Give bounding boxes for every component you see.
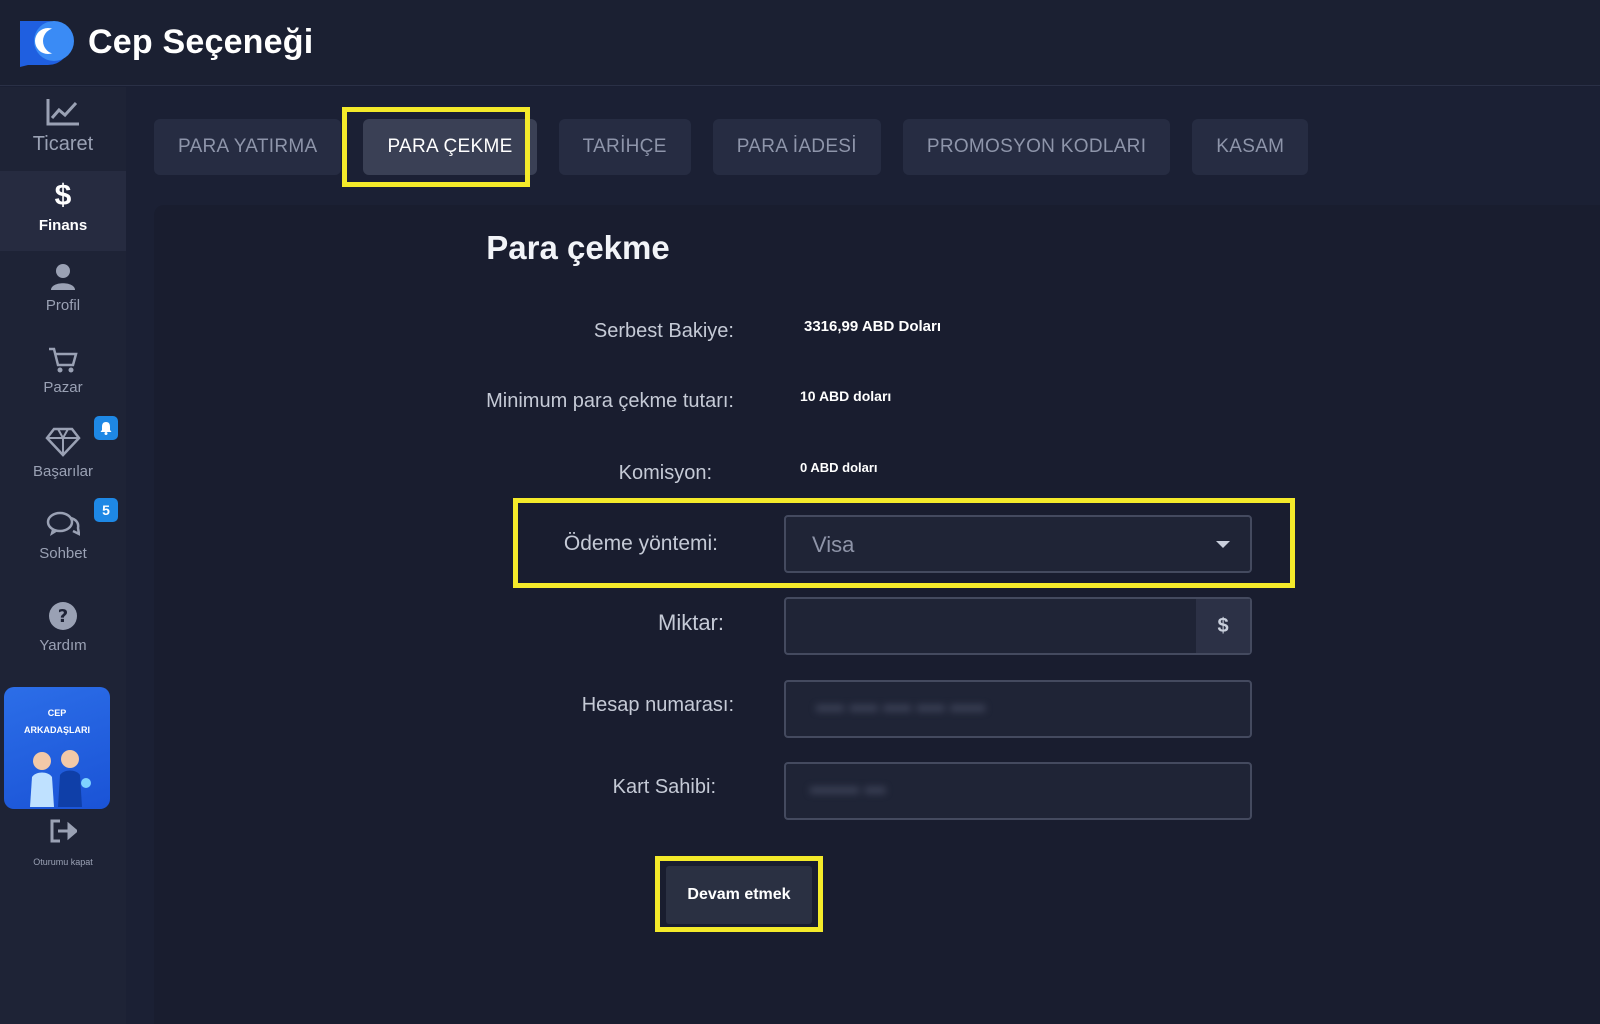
sidebar-item-yardim[interactable]: ? Yardım bbox=[0, 601, 126, 671]
finance-tabs: PARA YATIRMA PARA ÇEKME TARİHÇE PARA İAD… bbox=[154, 119, 1330, 175]
chevron-down-icon bbox=[1216, 541, 1230, 548]
sidebar-item-label: Ticaret bbox=[32, 133, 94, 155]
logout-label: Oturumu kapat bbox=[33, 857, 93, 867]
account-number-label: Hesap numarası: bbox=[581, 694, 734, 716]
chat-icon bbox=[46, 511, 80, 536]
sidebar: Ticaret $ Finans Profil Pazar Başarılar bbox=[0, 87, 126, 1024]
promo-line-1: CEP bbox=[47, 708, 67, 718]
sidebar-item-label: Pazar bbox=[43, 379, 83, 396]
app-title: Cep Seçeneği bbox=[88, 23, 314, 61]
tab-tarihce[interactable]: TARİHÇE bbox=[558, 119, 691, 175]
logout-button[interactable]: Oturumu kapat bbox=[0, 819, 126, 879]
amount-input[interactable]: $ bbox=[784, 597, 1252, 655]
promo-line-2: ARKADAŞLARI bbox=[24, 725, 90, 735]
min-withdraw-value: 10 ABD doları bbox=[800, 388, 892, 404]
svg-text:?: ? bbox=[58, 606, 68, 627]
diamond-icon bbox=[45, 427, 81, 457]
chat-count-badge[interactable]: 5 bbox=[94, 498, 118, 522]
app-logo-icon[interactable] bbox=[18, 19, 76, 67]
sidebar-item-ticaret[interactable]: Ticaret bbox=[0, 97, 126, 173]
account-number-input[interactable]: •••• •••• •••• •••• ••••• bbox=[784, 680, 1252, 738]
currency-addon: $ bbox=[1196, 599, 1250, 653]
help-icon: ? bbox=[49, 602, 77, 630]
cart-icon bbox=[49, 347, 78, 373]
top-bar: Cep Seçeneği bbox=[0, 0, 1600, 86]
min-withdraw-label: Minimum para çekme tutarı: bbox=[486, 390, 734, 412]
redacted-account-number: •••• •••• •••• •••• ••••• bbox=[816, 698, 986, 720]
tab-para-cekme[interactable]: PARA ÇEKME bbox=[363, 119, 537, 175]
sidebar-item-label: Profil bbox=[45, 297, 81, 314]
continue-button[interactable]: Devam etmek bbox=[666, 866, 812, 924]
chart-line-icon bbox=[46, 99, 79, 126]
tab-para-iadesi[interactable]: PARA İADESİ bbox=[712, 119, 881, 175]
sidebar-item-profil[interactable]: Profil bbox=[0, 263, 126, 333]
tab-kasam[interactable]: KASAM bbox=[1192, 119, 1309, 175]
commission-value: 0 ABD doları bbox=[800, 460, 878, 475]
payment-method-select[interactable]: Visa bbox=[784, 515, 1252, 573]
free-balance-label: Serbest Bakiye: bbox=[593, 320, 734, 342]
bell-icon bbox=[100, 422, 112, 435]
free-balance-value: 3316,99 ABD Doları bbox=[804, 318, 942, 335]
sidebar-item-label: Başarılar bbox=[32, 463, 94, 480]
page-title: Para çekme bbox=[486, 229, 670, 266]
tab-promosyon-kodlari[interactable]: PROMOSYON KODLARI bbox=[902, 119, 1171, 175]
card-holder-label: Kart Sahibi: bbox=[612, 776, 716, 798]
sidebar-item-label: Sohbet bbox=[39, 545, 87, 562]
card-holder-input[interactable]: ••••••• ••• bbox=[784, 762, 1252, 820]
sidebar-item-label: Yardım bbox=[39, 637, 87, 654]
user-icon bbox=[51, 264, 75, 290]
dollar-icon: $ bbox=[54, 179, 72, 212]
amount-label: Miktar: bbox=[658, 610, 724, 635]
redacted-card-holder: ••••••• ••• bbox=[810, 780, 886, 802]
people-illustration-icon bbox=[30, 750, 91, 807]
sidebar-item-sohbet[interactable]: Sohbet bbox=[0, 511, 126, 585]
promo-card-cep-arkadaslari[interactable]: CEP ARKADAŞLARI bbox=[4, 687, 110, 809]
tab-para-yatirma[interactable]: PARA YATIRMA bbox=[154, 119, 342, 175]
commission-label: Komisyon: bbox=[618, 462, 712, 484]
sidebar-item-pazar[interactable]: Pazar bbox=[0, 347, 126, 417]
payment-method-label: Ödeme yöntemi: bbox=[563, 532, 718, 555]
logout-icon bbox=[50, 819, 77, 843]
notification-badge[interactable] bbox=[94, 416, 118, 440]
payment-method-value: Visa bbox=[812, 532, 855, 557]
